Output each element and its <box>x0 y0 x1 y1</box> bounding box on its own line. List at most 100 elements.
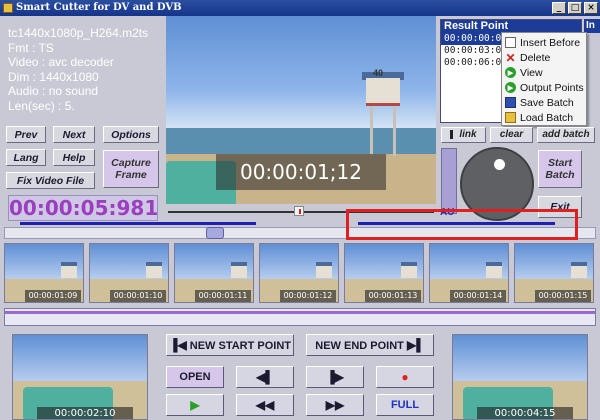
clear-button[interactable]: clear <box>490 127 533 143</box>
play-icon: ▶ <box>190 398 200 412</box>
video-length: Len(sec) : 5. <box>8 98 75 113</box>
close-button[interactable]: × <box>584 2 598 14</box>
options-button[interactable]: Options <box>103 126 159 143</box>
tower-icon <box>61 262 77 278</box>
tower-leg <box>370 106 373 156</box>
thumbnail-time: 00:00:01:13 <box>365 290 421 302</box>
tower-icon <box>316 262 332 278</box>
thumbnail[interactable]: 00:00:01:14 <box>429 243 509 303</box>
end-frame-preview: 00:00:04:15 <box>452 334 588 420</box>
lifeguard-tower: 40 <box>366 68 400 106</box>
thumbnail-time: 00:00:01:12 <box>280 290 336 302</box>
menu-item-delete[interactable]: ✕ Delete <box>502 50 586 65</box>
tower-icon <box>231 262 247 278</box>
fix-video-file-button[interactable]: Fix Video File <box>6 172 95 189</box>
range-bar[interactable] <box>4 308 596 326</box>
help-button[interactable]: Help <box>53 149 95 166</box>
menu-item-label: Load Batch <box>520 111 574 124</box>
jog-dial-knob[interactable] <box>494 159 505 170</box>
link-button[interactable]: link <box>441 127 486 143</box>
play-button[interactable]: ▶ <box>166 394 224 416</box>
file-info-panel: tc1440x1080p_H264.m2ts Fmt : TS Video : … <box>8 26 158 113</box>
add-batch-button[interactable]: add batch <box>537 127 595 143</box>
volume-slider[interactable] <box>441 148 457 214</box>
new-start-point-button[interactable]: ▐◀ NEW START POINT <box>166 334 294 356</box>
lang-button[interactable]: Lang <box>6 149 46 166</box>
link-indicator-icon <box>450 129 454 139</box>
step-back-button[interactable]: ◀▌ <box>236 366 294 388</box>
tower-icon <box>401 262 417 278</box>
record-button[interactable]: ● <box>376 366 434 388</box>
menu-item-save-batch[interactable]: Save Batch <box>502 95 586 110</box>
full-button[interactable]: FULL <box>376 394 434 416</box>
capture-frame-button[interactable]: Capture Frame <box>103 150 159 188</box>
tower-icon <box>146 262 162 278</box>
thumbnail-time: 00:00:01:14 <box>450 290 506 302</box>
menu-item-load-batch[interactable]: Load Batch <box>502 110 586 125</box>
thumbnail[interactable]: 00:00:01:12 <box>259 243 339 303</box>
thumbnail-strip: 00:00:01:09 00:00:01:10 00:00:01:11 00:0… <box>2 243 598 305</box>
menu-item-view[interactable]: ▶ View <box>502 65 586 80</box>
menu-item-insert-before[interactable]: Insert Before <box>502 35 586 50</box>
insert-icon <box>505 37 516 48</box>
start-frame-preview: 00:00:02:10 <box>12 334 148 420</box>
open-button[interactable]: OPEN <box>166 366 224 388</box>
menu-item-label: View <box>520 66 543 79</box>
cut-bar-handle[interactable] <box>294 206 304 216</box>
step-forward-icon: ▐▶ <box>326 370 344 384</box>
end-marker-icon: ▶▌ <box>406 338 425 352</box>
thumbnail[interactable]: 00:00:01:13 <box>344 243 424 303</box>
timeline-knob[interactable] <box>206 227 224 239</box>
highlight-box <box>346 209 578 240</box>
save-icon <box>505 97 516 108</box>
thumbnail-time: 00:00:01:10 <box>110 290 166 302</box>
menu-item-label: Insert Before <box>520 36 581 49</box>
rewind-button[interactable]: ◀◀ <box>236 394 294 416</box>
thumbnail[interactable]: 00:00:01:09 <box>4 243 84 303</box>
title-bar: Smart Cutter for DV and DVB _ □ × <box>0 0 600 16</box>
preview-timecode: 00:00:01;12 <box>216 154 386 190</box>
thumbnail-time: 00:00:01:11 <box>195 290 251 302</box>
window-title: Smart Cutter for DV and DVB <box>16 2 182 13</box>
file-name: tc1440x1080p_H264.m2ts <box>8 26 149 40</box>
rewind-icon: ◀◀ <box>255 398 275 412</box>
new-end-point-button[interactable]: NEW END POINT ▶▌ <box>306 334 434 356</box>
tower-number: 40 <box>373 68 384 78</box>
next-button[interactable]: Next <box>53 126 95 143</box>
link-label: link <box>459 129 477 140</box>
audio-info: Audio : no sound <box>8 84 99 98</box>
menu-item-output-points[interactable]: ▶ Output Points <box>502 80 586 95</box>
file-format: Fmt : TS <box>8 40 54 55</box>
output-icon: ▶ <box>505 82 516 93</box>
start-frame-time: 00:00:02:10 <box>37 407 133 419</box>
thumbnail-time: 00:00:01:15 <box>535 290 591 302</box>
step-forward-button[interactable]: ▐▶ <box>306 366 364 388</box>
video-codec: Video : avc decoder <box>8 55 114 69</box>
cut-segment <box>20 222 256 225</box>
thumbnail[interactable]: 00:00:01:15 <box>514 243 594 303</box>
video-dimensions: Dim : 1440x1080 <box>8 69 99 84</box>
new-end-point-label: NEW END POINT <box>315 340 404 352</box>
context-menu: Insert Before ✕ Delete ▶ View ▶ Output P… <box>501 32 587 126</box>
menu-item-label: Output Points <box>520 81 584 94</box>
thumbnail[interactable]: 00:00:01:10 <box>89 243 169 303</box>
fast-forward-button[interactable]: ▶▶ <box>306 394 364 416</box>
new-start-point-label: NEW START POINT <box>189 340 292 352</box>
window-controls: _ □ × <box>552 2 598 14</box>
tower-icon <box>571 262 587 278</box>
delete-icon: ✕ <box>505 50 516 65</box>
current-time-display: 00:00:05:981 <box>8 195 159 221</box>
start-batch-button[interactable]: Start Batch <box>538 150 582 188</box>
thumbnail[interactable]: 00:00:01:11 <box>174 243 254 303</box>
fast-forward-icon: ▶▶ <box>325 398 345 412</box>
in-column-header: In <box>584 19 600 33</box>
step-back-icon: ◀▌ <box>256 370 274 384</box>
app-icon <box>3 3 13 13</box>
maximize-button[interactable]: □ <box>568 2 582 14</box>
load-icon <box>505 112 516 123</box>
tower-leg <box>393 106 396 156</box>
menu-item-label: Delete <box>520 51 551 64</box>
prev-button[interactable]: Prev <box>6 126 46 143</box>
video-preview: 40 00:00:01;12 <box>166 16 436 204</box>
minimize-button[interactable]: _ <box>552 2 566 14</box>
